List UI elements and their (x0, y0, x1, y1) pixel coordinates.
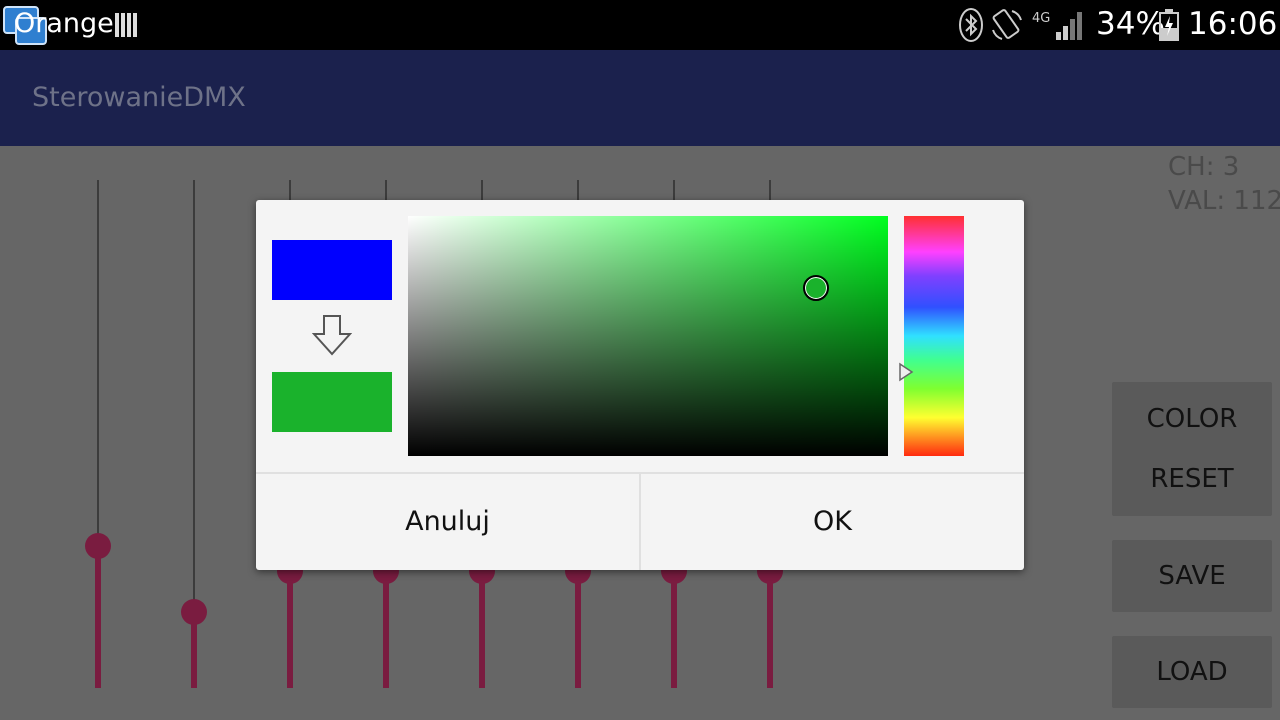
hue-slider[interactable] (904, 216, 964, 456)
fader-fill (767, 571, 773, 688)
fader-fill (383, 571, 389, 688)
bluetooth-icon (959, 8, 983, 42)
carrier-name: Orange (14, 8, 114, 39)
network-type: 4G (1032, 11, 1050, 26)
ok-button[interactable]: OK (641, 474, 1024, 570)
channel-label: CH: 3 (1168, 152, 1240, 182)
battery-percent: 34% (1096, 6, 1165, 42)
color-picker-dialog: Anuluj OK (256, 200, 1024, 570)
old-color-swatch (272, 240, 392, 300)
saturation-value-panel[interactable] (408, 216, 888, 456)
new-color-swatch (272, 372, 392, 432)
load-button[interactable]: LOAD (1112, 636, 1272, 708)
clock: 16:06 (1188, 6, 1278, 42)
screen-rotation-icon (992, 9, 1022, 40)
color-button-label: COLOR (1146, 404, 1238, 434)
fader-fill (671, 571, 677, 688)
value-label: VAL: 112 (1168, 186, 1280, 216)
sv-black-layer (408, 216, 888, 456)
battery-charging-icon (1159, 9, 1179, 41)
save-button[interactable]: SAVE (1112, 540, 1272, 612)
fader-knob[interactable] (181, 598, 207, 625)
channel-readout: CH: 3 VAL: 112 (1168, 150, 1280, 218)
fader-fill (479, 571, 485, 688)
sim-bars-icon (115, 13, 137, 37)
reset-button-label: RESET (1150, 464, 1234, 494)
app-bar: SterowanieDMX (0, 50, 1280, 146)
app-title: SterowanieDMX (32, 82, 246, 113)
cancel-button[interactable]: Anuluj (256, 474, 639, 570)
fader-knob[interactable] (85, 532, 111, 559)
status-bar: Orange 4G 34% 16:06 (0, 0, 1280, 50)
hue-marker-icon[interactable] (898, 362, 914, 382)
signal-icon: 4G (1032, 11, 1082, 40)
fader-fill (287, 571, 293, 688)
screen: Orange 4G 34% 16:06 SterowanieDMX CH: 3 … (0, 0, 1280, 720)
fader-fill (95, 545, 101, 688)
sv-cursor[interactable] (803, 275, 829, 301)
color-reset-button[interactable]: COLOR RESET (1112, 382, 1272, 516)
arrow-down-icon (312, 315, 352, 356)
fader-fill (575, 571, 581, 688)
